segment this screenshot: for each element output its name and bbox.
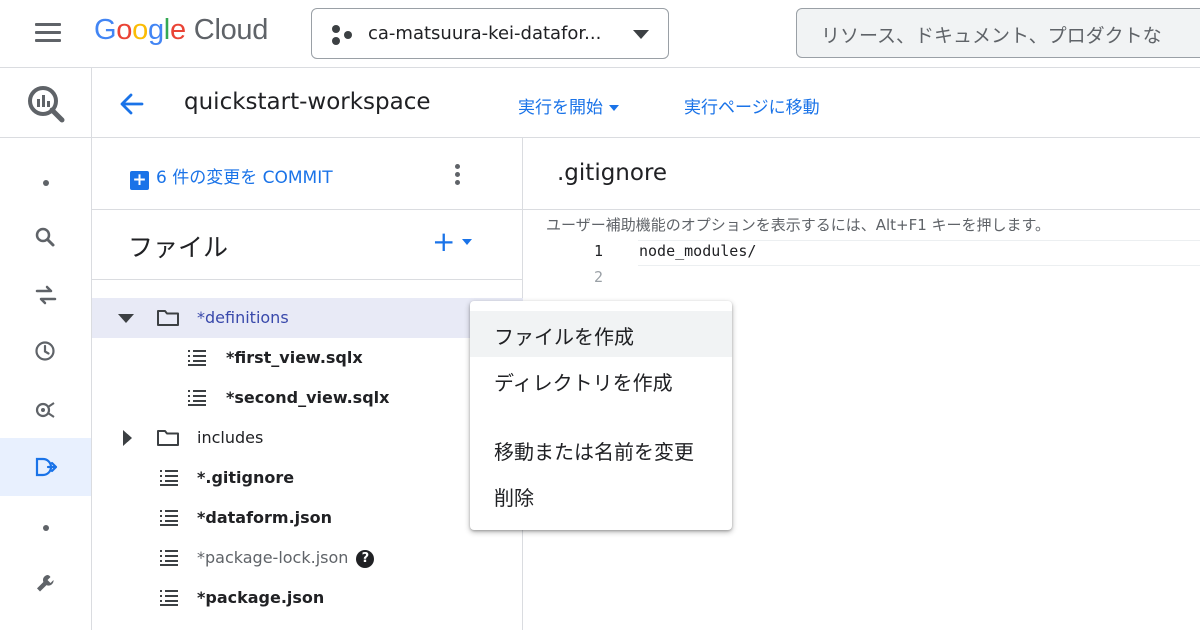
add-context-menu: ファイルを作成 ディレクトリを作成 移動または名前を変更 削除: [470, 301, 732, 530]
main-menu-icon[interactable]: [35, 23, 61, 43]
add-plus-icon: +: [432, 225, 456, 258]
search-placeholder: リソース、ドキュメント、プロダクトな: [821, 25, 1162, 47]
tree-item-label: *second_view.sqlx: [226, 388, 390, 407]
menu-item-create-directory[interactable]: ディレクトリを作成: [470, 357, 732, 403]
menu-item-delete[interactable]: 削除: [470, 472, 732, 518]
tree-file-package-lock[interactable]: *package-lock.json?: [92, 538, 523, 578]
expand-arrow-right-icon[interactable]: [123, 430, 132, 446]
files-panel: +6 件の変更を COMMIT ファイル + *definitions *fir…: [92, 138, 523, 630]
file-lines-icon: [188, 350, 206, 366]
logo-letter: g: [147, 14, 164, 46]
project-name: ca-matsuura-kei-datafor...: [368, 23, 602, 44]
swap-arrows-icon: [35, 285, 57, 305]
bigquery-icon: [28, 86, 65, 123]
line-number-gutter: 1 2: [523, 238, 638, 298]
menu-item-label: 移動または名前を変更: [494, 440, 694, 464]
tree-file-dataform-json[interactable]: *dataform.json: [92, 498, 523, 538]
expand-arrow-down-icon[interactable]: [118, 314, 134, 323]
logo-letter: o: [116, 14, 133, 46]
workspace-header: quickstart-workspace 実行を開始 実行ページに移動: [92, 68, 1200, 138]
tree-item-label: *definitions: [197, 308, 289, 327]
plus-box-icon: +: [130, 171, 149, 190]
menu-item-label: 削除: [494, 486, 534, 510]
tree-item-label: *dataform.json: [197, 508, 333, 527]
commit-bar: +6 件の変更を COMMIT: [92, 138, 523, 210]
caret-down-icon: [462, 239, 472, 245]
editor-filename: .gitignore: [557, 160, 668, 186]
tree-item-label: *package-lock.json?: [197, 548, 375, 568]
rail-item-history[interactable]: [0, 324, 91, 378]
tree-folder-definitions[interactable]: *definitions: [92, 298, 523, 338]
file-lines-icon: [160, 510, 178, 526]
file-lines-icon: [160, 550, 178, 566]
logo-cloud-text: Cloud: [193, 14, 269, 46]
rail-dot: [43, 525, 49, 531]
tree-file-gitignore[interactable]: *.gitignore: [92, 458, 523, 498]
chevron-down-icon: [633, 30, 649, 39]
logo-letter: o: [132, 14, 148, 46]
commit-label: 6 件の変更を COMMIT: [156, 168, 333, 188]
top-bar: Google Cloud ca-matsuura-kei-datafor... リ…: [0, 0, 1200, 68]
menu-item-label: ディレクトリを作成: [494, 371, 673, 395]
logo-letter: e: [169, 14, 186, 46]
start-execution-dropdown[interactable]: 実行を開始: [518, 93, 619, 118]
workspace-title: quickstart-workspace: [184, 89, 431, 115]
rail-item-dataform[interactable]: [0, 438, 91, 496]
line-number: 2: [593, 268, 603, 286]
tree-file-first-view[interactable]: *first_view.sqlx: [92, 338, 523, 378]
menu-item-create-file[interactable]: ファイルを作成: [470, 311, 732, 357]
more-vert-icon[interactable]: [455, 164, 461, 186]
tree-folder-includes[interactable]: includes: [92, 418, 523, 458]
add-file-button[interactable]: +: [432, 225, 472, 258]
file-lines-icon: [160, 590, 178, 606]
caret-down-icon: [609, 105, 619, 111]
bigquery-logo[interactable]: [0, 68, 91, 138]
line-number: 1: [593, 242, 603, 260]
logo-letter: G: [94, 14, 117, 46]
files-header: ファイル +: [92, 210, 523, 280]
editor-header: .gitignore: [523, 138, 1200, 210]
file-lines-icon: [188, 390, 206, 406]
project-selector[interactable]: ca-matsuura-kei-datafor...: [311, 8, 669, 59]
tree-item-label: *.gitignore: [197, 468, 295, 487]
tree-file-second-view[interactable]: *second_view.sqlx: [92, 378, 523, 418]
commit-button[interactable]: +6 件の変更を COMMIT: [130, 163, 333, 190]
folder-icon: [157, 310, 179, 326]
project-hierarchy-icon: [332, 25, 354, 45]
rail-dot: [43, 180, 49, 186]
file-lines-icon: [160, 470, 178, 486]
rail-item-search[interactable]: [0, 210, 91, 264]
code-line[interactable]: node_modules/: [639, 242, 756, 260]
start-execution-label: 実行を開始: [518, 98, 603, 118]
wrench-icon: [37, 575, 54, 592]
tree-item-label: *package.json: [197, 588, 325, 607]
goto-executions-link[interactable]: 実行ページに移動: [684, 93, 820, 118]
rail-item-transfers[interactable]: [0, 268, 91, 322]
hub-icon: [35, 402, 55, 418]
search-icon: [35, 227, 55, 247]
menu-item-label: ファイルを作成: [494, 325, 634, 349]
left-nav-rail: [0, 68, 92, 630]
folder-icon: [157, 430, 179, 446]
google-cloud-logo[interactable]: Google Cloud: [94, 14, 268, 47]
back-arrow-icon[interactable]: [118, 90, 146, 118]
files-header-label: ファイル: [128, 233, 229, 262]
tree-item-label: *first_view.sqlx: [226, 348, 363, 367]
menu-item-move-rename[interactable]: 移動または名前を変更: [470, 426, 732, 472]
accessibility-hint: ユーザー補助機能のオプションを表示するには、Alt+F1 キーを押します。: [546, 216, 1051, 234]
rail-item-admin[interactable]: [0, 556, 91, 610]
tree-item-label: includes: [197, 428, 264, 447]
search-input[interactable]: リソース、ドキュメント、プロダクトな: [796, 8, 1200, 58]
tree-file-package-json[interactable]: *package.json: [92, 578, 523, 618]
dataform-icon: [35, 457, 58, 477]
help-icon[interactable]: ?: [356, 550, 375, 568]
rail-item-analytics-hub[interactable]: [0, 382, 91, 436]
clock-icon: [35, 341, 55, 361]
tree-item-name: *package-lock.json: [197, 548, 349, 567]
